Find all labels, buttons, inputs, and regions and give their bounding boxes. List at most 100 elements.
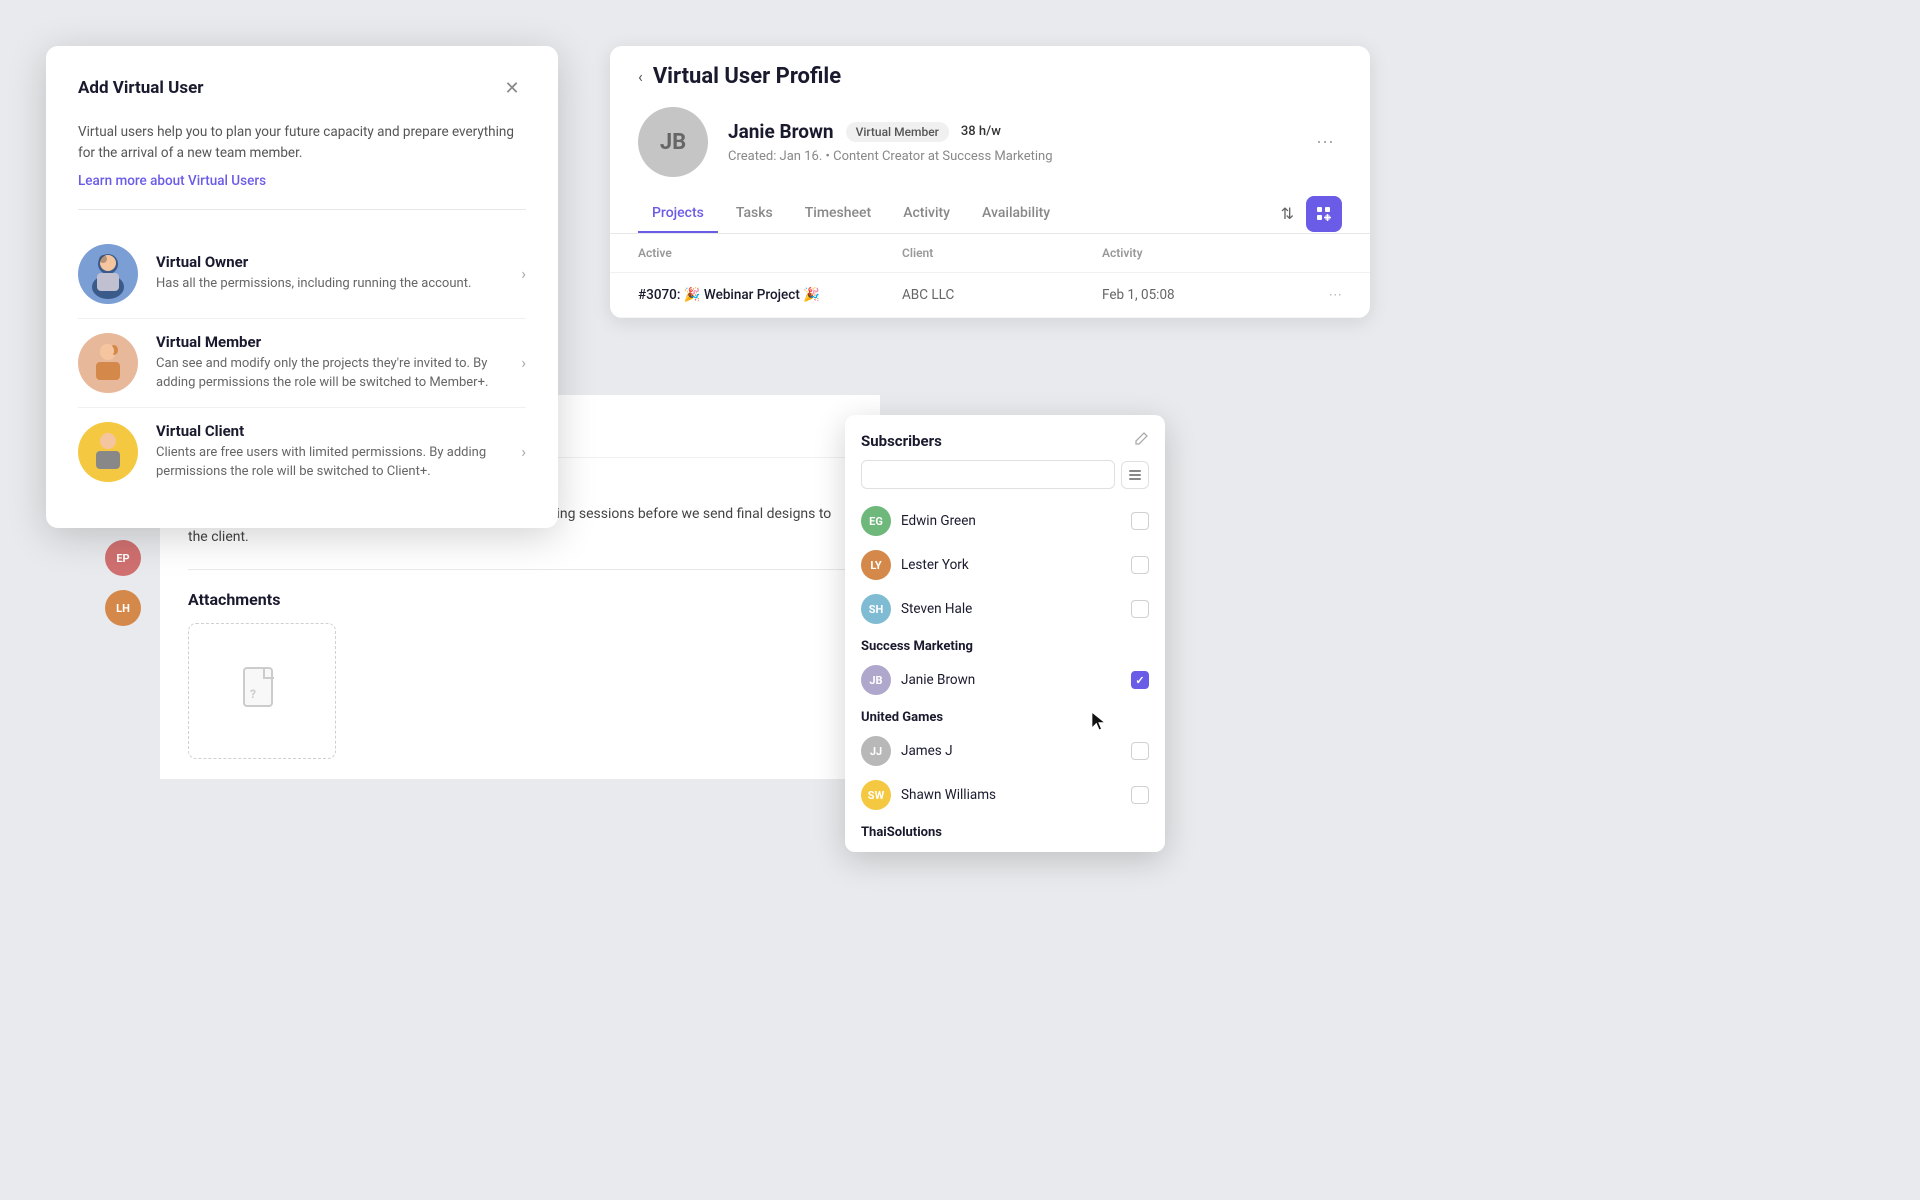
attachment-box: ? <box>188 623 336 759</box>
profile-tabs: Projects Tasks Timesheet Activity Availa… <box>610 195 1370 234</box>
back-chevron-icon[interactable]: ‹ <box>638 67 643 86</box>
subscribers-header: Subscribers <box>845 431 1165 460</box>
attachments-title: Attachments <box>188 590 852 609</box>
subscriber-checkbox-edwin[interactable] <box>1131 512 1149 530</box>
col-activity: Activity <box>1102 246 1282 260</box>
hours-badge: 38 h/w <box>961 124 1001 139</box>
tab-projects[interactable]: Projects <box>638 195 718 233</box>
subscriber-checkbox-steven[interactable] <box>1131 600 1149 618</box>
group-label-success-marketing: Success Marketing <box>845 631 1165 658</box>
tab-timesheet[interactable]: Timesheet <box>791 195 885 233</box>
subscriber-avatar-jb: JB <box>861 665 891 695</box>
profile-name-row: Janie Brown Virtual Member 38 h/w <box>728 120 1288 143</box>
virtual-member-badge: Virtual Member <box>846 122 949 142</box>
subscribers-search-input[interactable] <box>861 460 1115 489</box>
subscriber-name-janie: Janie Brown <box>901 672 1121 688</box>
projects-table-header: Active Client Activity <box>610 234 1370 273</box>
virtual-member-item[interactable]: Virtual Member Can see and modify only t… <box>78 319 526 408</box>
group-label-thaisolutions: ThaiSolutions <box>845 817 1165 844</box>
virtual-member-info: Virtual Member Can see and modify only t… <box>156 333 503 393</box>
subscriber-name-lester: Lester York <box>901 557 1121 573</box>
subscriber-item-james-j[interactable]: JJ James J <box>845 729 1165 773</box>
subscriber-item-shawn-williams[interactable]: SW Shawn Williams <box>845 773 1165 817</box>
profile-meta: Created: Jan 16. • Content Creator at Su… <box>728 149 1288 164</box>
activity-avatar-3: LH <box>105 590 141 626</box>
tab-availability[interactable]: Availability <box>968 195 1064 233</box>
subscriber-avatar-sh: SH <box>861 594 891 624</box>
subscriber-avatar-jj: JJ <box>861 736 891 766</box>
virtual-owner-desc: Has all the permissions, including runni… <box>156 275 503 294</box>
list-view-button[interactable] <box>1121 461 1149 489</box>
virtual-client-info: Virtual Client Clients are free users wi… <box>156 422 503 482</box>
subscriber-item-janie-brown[interactable]: JB Janie Brown <box>845 658 1165 702</box>
project-row-dots[interactable]: ⋯ <box>1282 287 1342 303</box>
add-widget-button[interactable] <box>1306 196 1342 232</box>
col-active: Active <box>638 246 902 260</box>
col-actions <box>1282 246 1342 260</box>
virtual-client-avatar <box>78 422 138 482</box>
subscriber-item-steven-hale[interactable]: SH Steven Hale <box>845 587 1165 631</box>
virtual-user-profile-panel: ‹ Virtual User Profile JB Janie Brown Vi… <box>610 46 1370 318</box>
profile-details: Janie Brown Virtual Member 38 h/w Create… <box>728 120 1288 164</box>
task-divider <box>188 569 852 570</box>
group-label-united-games: United Games <box>845 702 1165 729</box>
subscriber-item-lester-york[interactable]: LY Lester York <box>845 543 1165 587</box>
subscriber-name-steven: Steven Hale <box>901 601 1121 617</box>
project-name: #3070: 🎉 Webinar Project 🎉 <box>638 287 902 303</box>
subscriber-checkbox-lester[interactable] <box>1131 556 1149 574</box>
profile-tab-actions: ⇅ <box>1277 196 1342 232</box>
subscriber-checkbox-shawn[interactable] <box>1131 786 1149 804</box>
created-date: Created: Jan 16. <box>728 149 822 164</box>
virtual-member-chevron: › <box>521 353 526 372</box>
subscriber-name-shawn: Shawn Williams <box>901 787 1121 803</box>
virtual-owner-item[interactable]: Virtual Owner Has all the permissions, i… <box>78 230 526 319</box>
svg-text:?: ? <box>250 687 256 701</box>
profile-info-row: JB Janie Brown Virtual Member 38 h/w Cre… <box>610 89 1370 195</box>
role-separator: • <box>825 149 833 164</box>
project-client: ABC LLC <box>902 287 1102 303</box>
virtual-owner-avatar <box>78 244 138 304</box>
subscribers-edit-icon[interactable] <box>1134 431 1149 450</box>
close-button[interactable]: ✕ <box>498 74 526 102</box>
subscriber-name-edwin: Edwin Green <box>901 513 1121 529</box>
project-activity: Feb 1, 05:08 <box>1102 287 1282 303</box>
virtual-member-avatar <box>78 333 138 393</box>
virtual-client-item[interactable]: Virtual Client Clients are free users wi… <box>78 408 526 496</box>
add-virtual-user-modal: Add Virtual User ✕ Virtual users help yo… <box>46 46 558 528</box>
modal-divider <box>78 209 526 210</box>
subscriber-item-edwin-green[interactable]: EG Edwin Green <box>845 499 1165 543</box>
subscribers-search-row <box>845 460 1165 499</box>
tab-activity[interactable]: Activity <box>889 195 964 233</box>
profile-title: Virtual User Profile <box>653 64 841 89</box>
subscriber-checkbox-james[interactable] <box>1131 742 1149 760</box>
profile-menu-dots[interactable]: ⋯ <box>1308 128 1342 157</box>
virtual-client-chevron: › <box>521 442 526 461</box>
modal-title: Add Virtual User <box>78 78 203 98</box>
virtual-owner-info: Virtual Owner Has all the permissions, i… <box>156 253 503 294</box>
subscriber-avatar-ly: LY <box>861 550 891 580</box>
subscribers-dropdown: Subscribers EG Edwin Green LY Lester Yor… <box>845 415 1165 852</box>
profile-role: Content Creator at Success Marketing <box>833 149 1052 164</box>
project-row[interactable]: #3070: 🎉 Webinar Project 🎉 ABC LLC Feb 1… <box>610 273 1370 318</box>
virtual-owner-name: Virtual Owner <box>156 253 503 271</box>
virtual-client-name: Virtual Client <box>156 422 503 440</box>
virtual-member-desc: Can see and modify only the projects the… <box>156 355 503 393</box>
subscribers-title: Subscribers <box>861 432 942 450</box>
modal-description: Virtual users help you to plan your futu… <box>78 122 526 164</box>
tab-tasks[interactable]: Tasks <box>722 195 787 233</box>
subscriber-avatar-sw: SW <box>861 780 891 810</box>
subscriber-name-james: James J <box>901 743 1121 759</box>
modal-header: Add Virtual User ✕ <box>78 74 526 102</box>
virtual-client-desc: Clients are free users with limited perm… <box>156 444 503 482</box>
profile-name: Janie Brown <box>728 120 834 143</box>
subscriber-avatar-eg: EG <box>861 506 891 536</box>
sort-button[interactable]: ⇅ <box>1277 200 1298 228</box>
profile-avatar: JB <box>638 107 708 177</box>
learn-more-link[interactable]: Learn more about Virtual Users <box>78 173 266 189</box>
col-client: Client <box>902 246 1102 260</box>
virtual-owner-chevron: › <box>521 264 526 283</box>
activity-avatar-2: EP <box>105 540 141 576</box>
subscriber-checkbox-janie[interactable] <box>1131 671 1149 689</box>
virtual-member-name: Virtual Member <box>156 333 503 351</box>
profile-back-header: ‹ Virtual User Profile <box>610 46 1370 89</box>
